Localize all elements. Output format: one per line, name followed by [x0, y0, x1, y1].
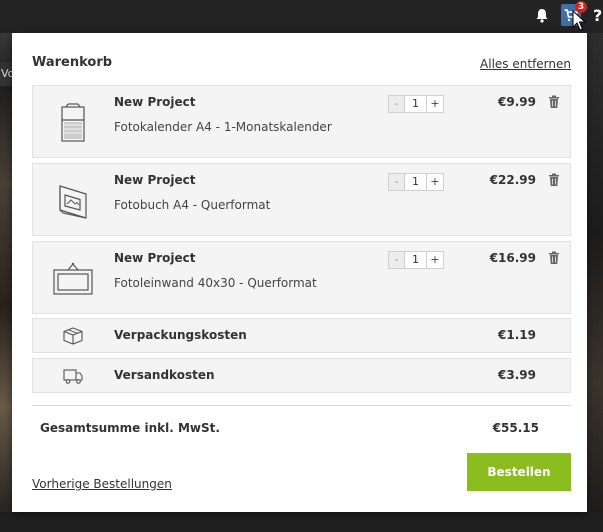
packaging-label: Verpackungskosten [114, 328, 247, 342]
quantity-stepper: - 1 + [388, 251, 444, 269]
quantity-stepper: - 1 + [388, 173, 444, 191]
total-label: Gesamtsumme inkl. MwSt. [40, 421, 220, 435]
canvas-icon [53, 262, 93, 295]
item-name: New Project [114, 173, 196, 187]
top-icons: 3 ? [531, 0, 603, 30]
item-price: €9.99 [498, 95, 536, 109]
shipping-value: €3.99 [498, 368, 536, 382]
trash-icon[interactable] [548, 173, 560, 187]
background-page-bottom [0, 512, 603, 532]
item-name: New Project [114, 251, 196, 265]
cart-item: New Project Fotoleinwand 40x30 - Querfor… [32, 241, 571, 314]
bell-icon[interactable] [531, 4, 553, 26]
trash-icon[interactable] [548, 95, 560, 109]
item-description: Fotobuch A4 - Querformat [114, 198, 271, 212]
divider [32, 405, 571, 406]
increase-button[interactable]: + [427, 174, 443, 190]
cart-item: New Project Fotokalender A4 - 1-Monatska… [32, 85, 571, 158]
cart-title: Warenkorb [32, 55, 113, 70]
shipping-label: Versandkosten [114, 368, 215, 382]
increase-button[interactable]: + [427, 252, 443, 268]
background-page-left [0, 33, 12, 532]
item-description: Fotokalender A4 - 1-Monatskalender [114, 120, 332, 134]
cart-item: New Project Fotobuch A4 - Querformat - 1… [32, 163, 571, 236]
photobook-icon [59, 185, 87, 219]
quantity-stepper: - 1 + [388, 95, 444, 113]
previous-orders-link[interactable]: Vorherige Bestellungen [32, 477, 172, 491]
top-bar [0, 0, 603, 33]
cart-panel: Warenkorb Alles entfernen New Project Fo… [12, 33, 587, 512]
decrease-button[interactable]: - [389, 252, 405, 268]
remove-all-link[interactable]: Alles entfernen [480, 57, 571, 71]
box-icon [63, 327, 83, 345]
quantity-input[interactable]: 1 [405, 174, 427, 190]
decrease-button[interactable]: - [389, 96, 405, 112]
quantity-input[interactable]: 1 [405, 96, 427, 112]
decrease-button[interactable]: - [389, 174, 405, 190]
packaging-value: €1.19 [498, 328, 536, 342]
quantity-input[interactable]: 1 [405, 252, 427, 268]
shipping-row: Versandkosten €3.99 [32, 358, 571, 393]
order-button[interactable]: Bestellen [467, 453, 571, 491]
trash-icon[interactable] [548, 251, 560, 265]
help-icon[interactable]: ? [593, 6, 603, 25]
item-description: Fotoleinwand 40x30 - Querformat [114, 276, 317, 290]
increase-button[interactable]: + [427, 96, 443, 112]
background-page-right [587, 33, 603, 532]
background-nav-fragment: Vo [0, 62, 12, 86]
mouse-cursor-icon [572, 10, 586, 31]
calendar-icon [61, 103, 85, 142]
item-name: New Project [114, 95, 196, 109]
truck-icon [63, 369, 83, 384]
item-price: €22.99 [489, 173, 536, 187]
total-value: €55.15 [492, 421, 539, 435]
packaging-row: Verpackungskosten €1.19 [32, 318, 571, 353]
item-price: €16.99 [489, 251, 536, 265]
